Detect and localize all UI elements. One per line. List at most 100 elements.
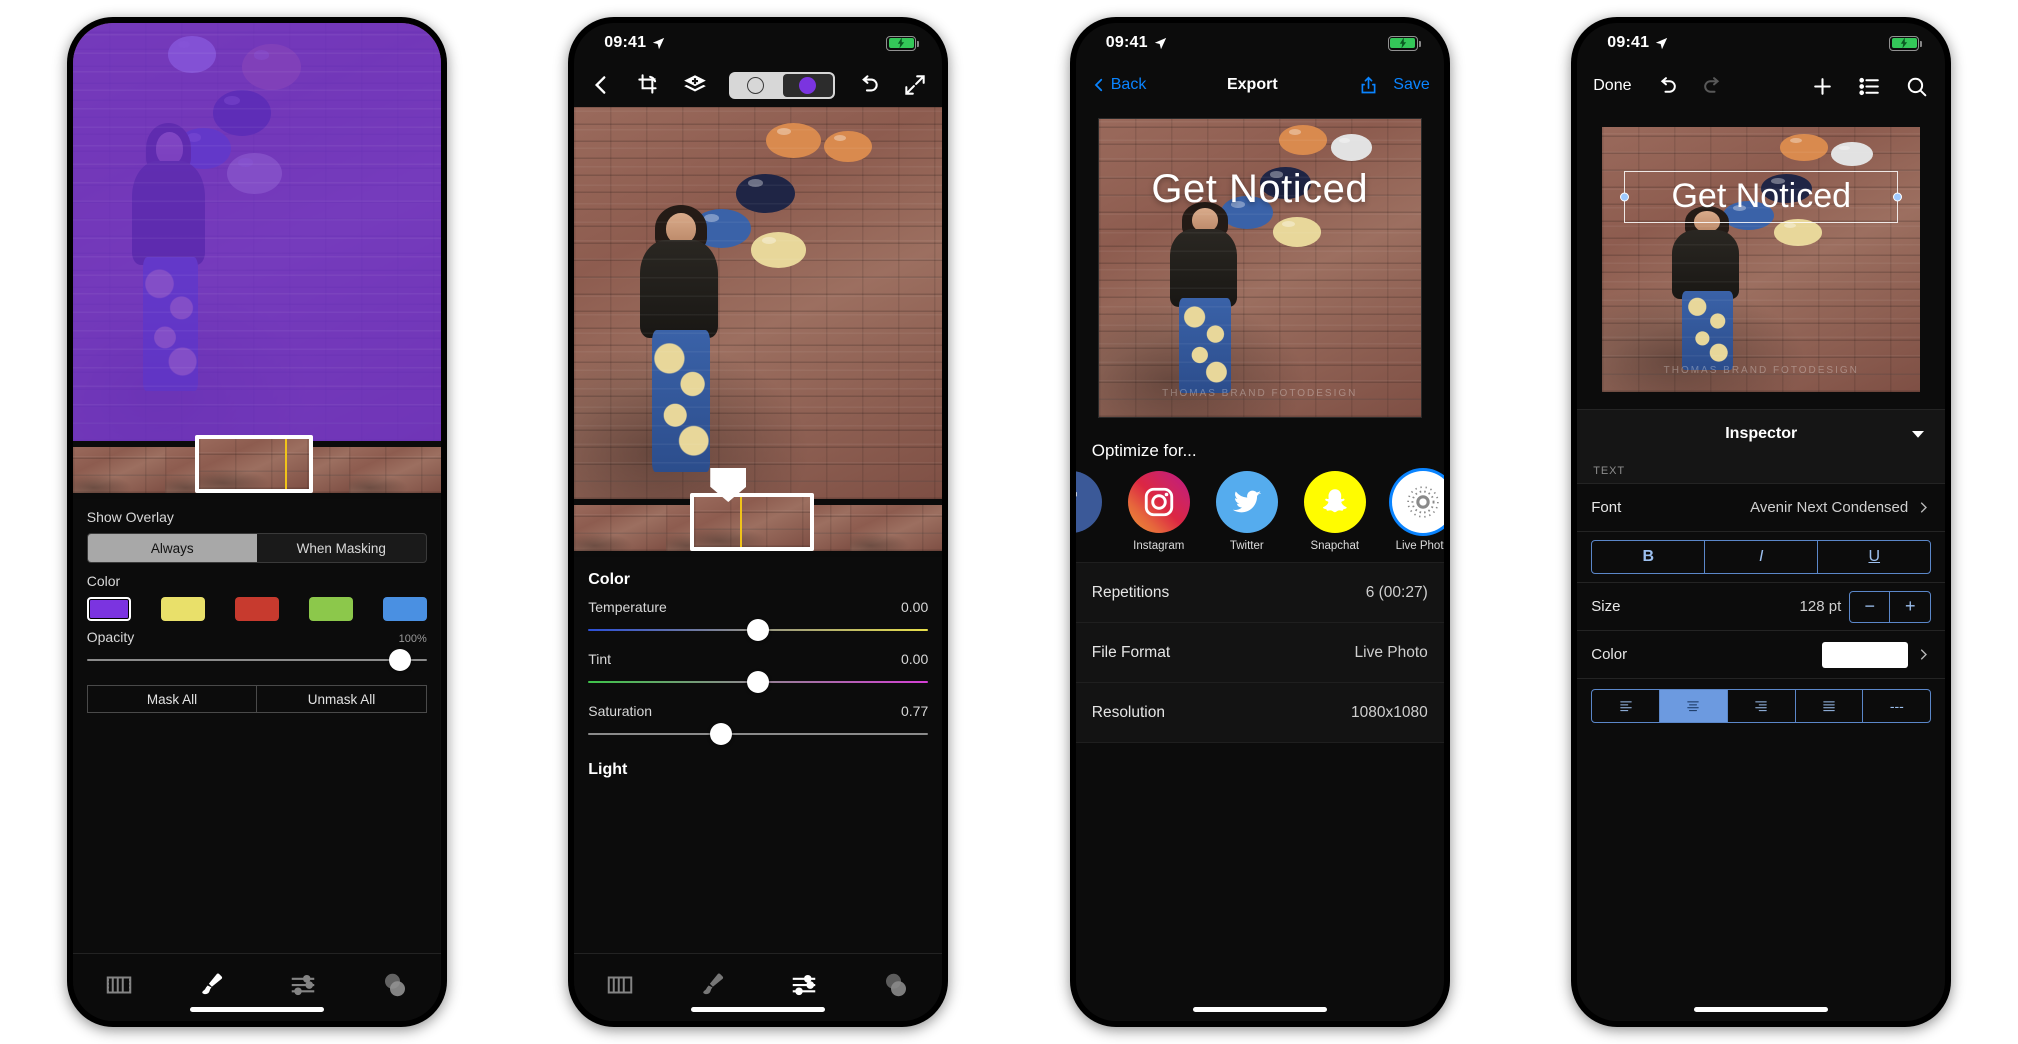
unmask-all-button[interactable]: Unmask All xyxy=(256,685,427,713)
italic-button[interactable]: I xyxy=(1705,541,1819,573)
edit-toolbar[interactable] xyxy=(574,63,943,107)
save-button[interactable]: Save xyxy=(1393,76,1429,94)
phone-1: Show Overlay Always When Masking Color O… xyxy=(66,17,447,1027)
filmstrip-thumb[interactable] xyxy=(574,505,667,551)
align-justify-button[interactable] xyxy=(1796,690,1864,722)
preview-image[interactable]: THOMAS BRAND FOTODESIGN Get Noticed xyxy=(1097,118,1422,418)
social-snapchat[interactable]: Snapchat xyxy=(1300,471,1370,552)
film-icon[interactable] xyxy=(104,970,134,1000)
text-selection-box[interactable]: Get Noticed xyxy=(1620,170,1903,223)
saturation-slider[interactable] xyxy=(588,721,929,747)
film-icon[interactable] xyxy=(605,970,635,1000)
font-row[interactable]: Font Avenir Next Condensed xyxy=(1577,483,1946,531)
opacity-slider[interactable] xyxy=(86,647,427,673)
social-facebook[interactable] xyxy=(1075,471,1106,540)
back-button[interactable]: Back xyxy=(1090,76,1147,94)
circles-icon[interactable] xyxy=(380,970,410,1000)
sliders-icon[interactable] xyxy=(789,970,819,1000)
list-item[interactable]: Resolution 1080x1080 xyxy=(1075,683,1444,743)
font-value: Avenir Next Condensed xyxy=(1750,499,1909,516)
mask-on-option[interactable] xyxy=(782,73,833,97)
align-none-button[interactable]: --- xyxy=(1863,690,1930,722)
swatch-red[interactable] xyxy=(234,597,279,621)
alignment-group[interactable]: --- xyxy=(1591,689,1932,723)
size-increment-button[interactable]: + xyxy=(1890,592,1930,622)
filmstrip[interactable] xyxy=(574,468,943,557)
social-targets[interactable]: Instagram Twitter Snapchat Live Phot xyxy=(1075,467,1444,558)
inspector-header[interactable]: Inspector xyxy=(1577,409,1946,457)
bold-button[interactable]: B xyxy=(1592,541,1706,573)
swatch-yellow[interactable] xyxy=(160,597,205,621)
export-navbar[interactable]: Back Export Save xyxy=(1076,63,1444,107)
filmstrip[interactable] xyxy=(72,435,441,499)
social-instagram[interactable]: Instagram xyxy=(1124,471,1194,552)
align-center-button[interactable] xyxy=(1660,690,1728,722)
undo-icon[interactable] xyxy=(855,72,881,98)
filmstrip-thumb[interactable] xyxy=(850,505,943,551)
undo-icon[interactable] xyxy=(1654,74,1679,99)
filmstrip-selected-frame[interactable] xyxy=(690,493,815,551)
color-row[interactable]: Color xyxy=(1577,630,1946,678)
mask-all-button[interactable]: Mask All xyxy=(86,685,257,713)
list-item[interactable]: File Format Live Photo xyxy=(1075,623,1444,683)
list-item[interactable]: Repetitions 6 (00:27) xyxy=(1075,563,1444,623)
brush-icon[interactable] xyxy=(196,970,226,1000)
circles-icon[interactable] xyxy=(881,970,911,1000)
chevron-down-icon[interactable] xyxy=(1909,425,1927,443)
text-canvas[interactable]: THOMAS BRAND FOTODESIGN Get Noticed xyxy=(1577,109,1946,409)
export-settings-list[interactable]: Repetitions 6 (00:27) File Format Live P… xyxy=(1075,562,1444,743)
plus-icon[interactable] xyxy=(1810,74,1835,99)
social-live-photo[interactable]: Live Photo xyxy=(1388,471,1444,552)
filmstrip-thumb[interactable] xyxy=(348,447,441,493)
list-icon[interactable] xyxy=(1857,74,1882,99)
canvas-text[interactable]: Get Noticed xyxy=(1625,172,1897,222)
swatch-green[interactable] xyxy=(308,597,353,621)
tint-slider[interactable] xyxy=(588,669,929,695)
expand-icon[interactable] xyxy=(902,72,928,98)
segment-always[interactable]: Always xyxy=(87,534,257,562)
temperature-slider[interactable] xyxy=(588,617,929,643)
phone-3-screen: 09:41 Back Export Save THOMAS BRAND FOTO… xyxy=(1075,23,1444,1021)
size-decrement-button[interactable]: − xyxy=(1850,591,1891,622)
photo-preview[interactable] xyxy=(574,107,943,499)
share-icon[interactable] xyxy=(1358,75,1379,96)
align-left-button[interactable] xyxy=(1592,690,1661,722)
swatch-purple[interactable] xyxy=(86,597,131,621)
redo-icon[interactable] xyxy=(1701,74,1726,99)
color-swatch-row[interactable] xyxy=(86,597,427,621)
brush-icon[interactable] xyxy=(697,970,727,1000)
underline-button[interactable]: U xyxy=(1818,541,1930,573)
segment-when-masking[interactable]: When Masking xyxy=(257,534,426,562)
social-label: Snapchat xyxy=(1310,540,1360,552)
phone-4: 09:41 Done THOMAS BRAND FOTODESIGN Get N… xyxy=(1571,17,1952,1027)
text-style-group[interactable]: B I U xyxy=(1591,540,1932,574)
size-row[interactable]: Size 128 pt − + xyxy=(1577,582,1946,630)
filmstrip-selected-frame[interactable] xyxy=(194,435,313,493)
export-preview[interactable]: THOMAS BRAND FOTODESIGN Get Noticed xyxy=(1075,107,1444,429)
mask-action-buttons[interactable]: Mask All Unmask All xyxy=(86,685,427,713)
canvas-image[interactable]: THOMAS BRAND FOTODESIGN Get Noticed xyxy=(1602,126,1921,392)
search-icon[interactable] xyxy=(1904,74,1929,99)
show-overlay-segmented[interactable]: Always When Masking xyxy=(86,533,427,563)
editor-navbar[interactable]: Done xyxy=(1577,63,1945,109)
masked-photo-preview[interactable] xyxy=(72,23,441,441)
align-right-button[interactable] xyxy=(1728,690,1796,722)
crop-rotate-icon[interactable] xyxy=(635,72,661,98)
row-label: Repetitions xyxy=(1091,583,1170,601)
sliders-icon[interactable] xyxy=(288,970,318,1000)
color-swatch[interactable] xyxy=(1822,641,1909,668)
font-label: Font xyxy=(1591,499,1622,516)
size-stepper[interactable]: − + xyxy=(1849,590,1932,623)
alignment-row[interactable]: --- xyxy=(1577,678,1946,733)
mask-toggle-segment[interactable] xyxy=(728,71,835,99)
chevron-left-icon xyxy=(1094,78,1102,92)
filmstrip-thumb[interactable] xyxy=(72,447,165,493)
text-style-row[interactable]: B I U xyxy=(1577,531,1946,582)
chevron-left-icon[interactable] xyxy=(588,72,614,98)
swatch-blue[interactable] xyxy=(382,597,427,621)
done-button[interactable]: Done xyxy=(1593,77,1631,95)
back-label[interactable]: Back xyxy=(1111,76,1147,94)
layers-add-icon[interactable] xyxy=(682,72,708,98)
mask-off-option[interactable] xyxy=(731,74,781,97)
social-twitter[interactable]: Twitter xyxy=(1212,471,1282,552)
